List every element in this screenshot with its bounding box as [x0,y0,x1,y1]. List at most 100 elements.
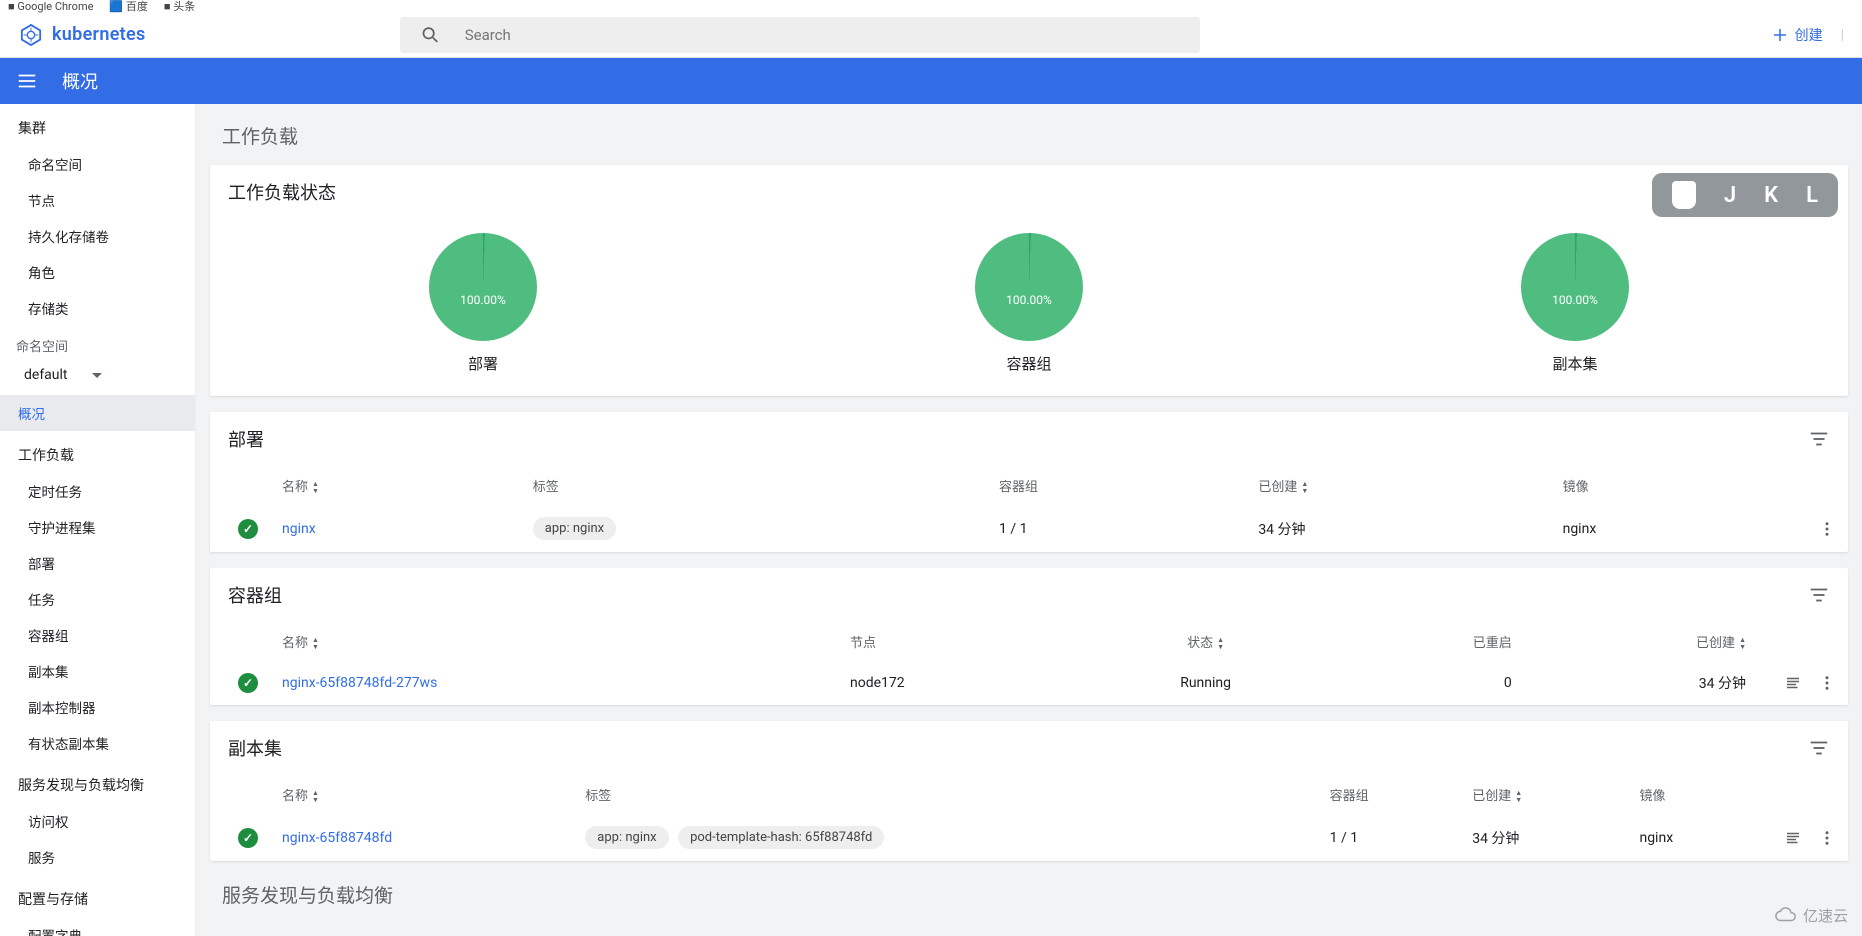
table-header-row: 名称▲▼ 标签 容器组 已创建▲▼ 镜像 [210,775,1848,814]
table-header-row: 名称▲▼ 节点 状态▲▼ 已重启 已创建▲▼ [210,622,1848,661]
cell-image: nginx [1627,814,1758,861]
sort-icon: ▲▼ [312,637,319,651]
card-workload-status: 工作负载状态 J K L 100.00% 部署 100.00% 容器组 100.… [210,165,1848,396]
filter-icon[interactable] [1808,737,1830,759]
col-image[interactable]: 镜像 [1627,775,1758,814]
shield-icon [1672,181,1696,209]
page-title: 工作负载 [210,114,1848,165]
nav-header-workloads[interactable]: 工作负载 [0,431,195,473]
pod-link[interactable]: nginx-65f88748fd-277ws [282,675,437,691]
nav-storageclass[interactable]: 存储类 [0,290,195,326]
nav-header-services[interactable]: 服务发现与负载均衡 [0,761,195,803]
col-name[interactable]: 名称▲▼ [270,622,838,661]
col-name[interactable]: 名称▲▼ [270,775,573,814]
menu-icon[interactable] [16,70,38,92]
app-bar: 概况 [0,58,1862,104]
cell-node: node172 [838,661,1087,705]
nav-header-cluster[interactable]: 集群 [0,104,195,146]
overlay-key-j[interactable]: J [1724,183,1736,208]
bookmark-item[interactable]: ■ 头条 [164,0,195,14]
status-ok-icon [238,519,258,539]
nav-header-config[interactable]: 配置与存储 [0,875,195,917]
brand[interactable]: kubernetes [0,24,200,46]
nav-cronjobs[interactable]: 定时任务 [0,473,195,509]
table-row: nginx app: nginx 1 / 1 34 分钟 nginx [210,505,1848,552]
overlay-key-l[interactable]: L [1806,183,1818,208]
col-pods[interactable]: 容器组 [987,466,1246,505]
sort-icon: ▲▼ [312,790,319,804]
filter-icon[interactable] [1808,428,1830,450]
browser-bookmark-bar: ■ Google Chrome 🟦 百度 ■ 头条 [0,0,1862,12]
card-title: 部署 [228,426,1808,452]
col-status[interactable]: 状态▲▼ [1087,622,1324,661]
nav-statefulsets[interactable]: 有状态副本集 [0,725,195,761]
nav-overview[interactable]: 概况 [0,395,195,431]
nav-jobs[interactable]: 任务 [0,581,195,617]
namespace-select[interactable]: default [0,361,195,395]
recorder-overlay[interactable]: J K L [1652,173,1838,217]
sort-icon: ▲▼ [1515,790,1522,804]
nav-pods[interactable]: 容器组 [0,617,195,653]
card-title: 工作负载状态 [228,179,1830,205]
deployment-link[interactable]: nginx [282,521,316,537]
filter-icon[interactable] [1808,584,1830,606]
create-button[interactable]: 创建 [1753,25,1841,45]
col-created[interactable]: 已创建▲▼ [1246,466,1550,505]
status-ok-icon [238,828,258,848]
sort-icon: ▲▼ [1739,637,1746,651]
bookmark-item[interactable]: ■ Google Chrome [8,0,93,13]
more-icon[interactable] [1818,520,1836,538]
more-icon[interactable] [1818,829,1836,847]
nav-rc[interactable]: 副本控制器 [0,689,195,725]
nav-deployments[interactable]: 部署 [0,545,195,581]
col-labels[interactable]: 标签 [521,466,987,505]
sort-icon: ▲▼ [1217,637,1224,651]
cell-image: nginx [1551,505,1788,552]
divider: | [1841,27,1862,43]
kubernetes-logo-icon [20,24,42,46]
cell-pods: 1 / 1 [1318,814,1461,861]
chart-pods: 100.00% 容器组 [975,233,1083,374]
nav-namespaces[interactable]: 命名空间 [0,146,195,182]
watermark: 亿速云 [1775,904,1848,926]
col-image[interactable]: 镜像 [1551,466,1788,505]
main-content: 工作负载 工作负载状态 J K L 100.00% 部署 100.00% 容器组 [196,104,1862,936]
card-deployments: 部署 名称▲▼ 标签 容器组 已创建▲▼ 镜像 nginx app: nginx [210,412,1848,552]
logs-icon[interactable] [1784,829,1802,847]
nav-ingress[interactable]: 访问权 [0,803,195,839]
label-chip[interactable]: app: nginx [585,826,668,849]
cell-pods: 1 / 1 [987,505,1246,552]
nav-daemonsets[interactable]: 守护进程集 [0,509,195,545]
table-row: nginx-65f88748fd-277ws node172 Running 0… [210,661,1848,705]
col-created[interactable]: 已创建▲▼ [1460,775,1627,814]
col-name[interactable]: 名称▲▼ [270,466,521,505]
label-chip[interactable]: pod-template-hash: 65f88748fd [678,826,884,849]
col-pods[interactable]: 容器组 [1318,775,1461,814]
sidebar: 集群 命名空间 节点 持久化存储卷 角色 存储类 命名空间 default 概况… [0,104,196,936]
card-title: 容器组 [228,582,1808,608]
top-bar: kubernetes 创建 | [0,12,1862,58]
col-node[interactable]: 节点 [838,622,1087,661]
col-labels[interactable]: 标签 [573,775,1317,814]
nav-roles[interactable]: 角色 [0,254,195,290]
logs-icon[interactable] [1784,674,1802,692]
bookmark-item[interactable]: 🟦 百度 [109,0,147,14]
search-input[interactable] [465,26,1180,44]
chevron-down-icon [92,373,102,378]
card-replicasets: 副本集 名称▲▼ 标签 容器组 已创建▲▼ 镜像 nginx-65f88748f… [210,721,1848,861]
table-row: nginx-65f88748fd app: nginx pod-template… [210,814,1848,861]
col-created[interactable]: 已创建▲▼ [1524,622,1758,661]
overlay-key-k[interactable]: K [1764,183,1778,208]
label-chip[interactable]: app: nginx [533,517,616,540]
nav-replicasets[interactable]: 副本集 [0,653,195,689]
replicaset-link[interactable]: nginx-65f88748fd [282,830,392,846]
cell-restarts: 0 [1324,661,1524,705]
nav-pv[interactable]: 持久化存储卷 [0,218,195,254]
search-icon [420,24,441,46]
search-box[interactable] [400,17,1200,53]
nav-configmaps[interactable]: 配置字典 [0,917,195,936]
more-icon[interactable] [1818,674,1836,692]
col-restarts[interactable]: 已重启 [1324,622,1524,661]
nav-nodes[interactable]: 节点 [0,182,195,218]
nav-services[interactable]: 服务 [0,839,195,875]
